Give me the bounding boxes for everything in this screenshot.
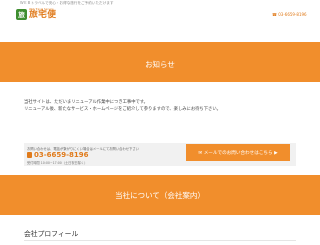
logo-text: 旅宅便 — [29, 9, 57, 20]
company-title: 当社について（会社案内） — [115, 191, 205, 200]
logo-mark-icon: 旅 — [16, 8, 27, 20]
company-banner: 当社について（会社案内） — [0, 175, 320, 215]
notice-line: 当社サイトは、ただいまリニューアル作業中につき工事中です。 — [24, 100, 148, 105]
phone-icon — [27, 152, 32, 158]
header-phone[interactable]: ☎ 03-6659-8196 — [272, 12, 307, 17]
contact-phone-number[interactable]: 03-6659-8196 — [34, 151, 89, 159]
contact-hours: 受付時間 10:00~17:00（土日祝日除く） — [27, 161, 88, 165]
site-logo[interactable]: 旅 Web Travel Service 旅宅便 — [16, 7, 56, 21]
notice-banner: お知らせ — [0, 42, 320, 82]
notice-title: お知らせ — [145, 60, 175, 69]
mail-contact-button[interactable]: ✉ メールでのお問い合わせはこちら ▶ — [186, 144, 290, 161]
notice-body: 当社サイトは、ただいまリニューアル作業中につき工事中です。 リニューアル後、新た… — [24, 100, 221, 114]
profile-divider — [24, 240, 296, 241]
notice-line: リニューアル後、新たなサービス・ホームページをご紹介して参りますので、楽しみにお… — [24, 106, 221, 112]
header-tagline: ＷＥＢトラベルで安心・お得な旅行をご予約いただけます — [20, 1, 114, 5]
contact-phone-row[interactable]: 03-6659-8196 — [27, 151, 89, 159]
contact-box: お問い合わせは、電話が繋がりにくい場合はメールにてお問い合わせ下さい 03-66… — [24, 143, 296, 166]
profile-heading: 会社プロフィール — [24, 230, 79, 238]
